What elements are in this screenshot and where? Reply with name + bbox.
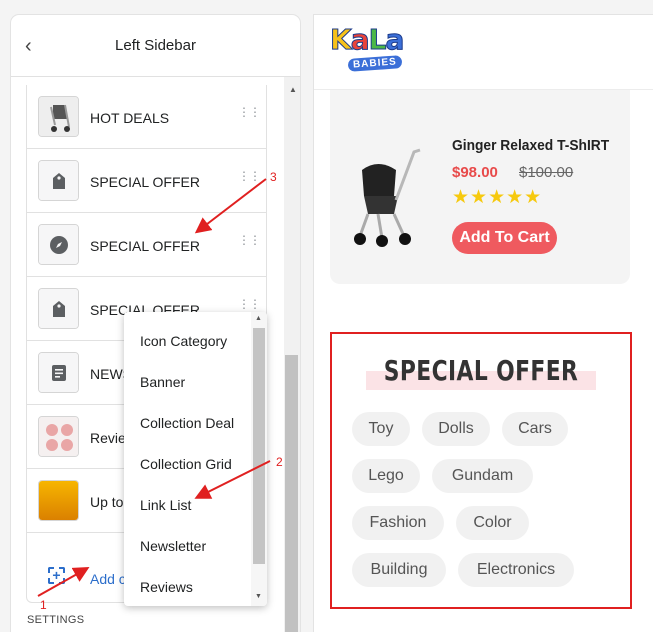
drag-handle-icon[interactable]: ⋮⋮ [238, 170, 261, 182]
tag-link[interactable]: Color [456, 506, 529, 540]
product-old-price: $100.00 [519, 164, 574, 181]
list-item-label: Revie [90, 430, 126, 446]
tag-link[interactable]: Electronics [458, 553, 574, 587]
add-section-dropdown: Icon Category Banner Collection Deal Col… [124, 312, 267, 606]
compass-icon [38, 224, 79, 265]
annotation-label-2: 2 [276, 455, 283, 469]
promo-image [38, 480, 79, 521]
product-price: $98.00 [452, 164, 498, 181]
drag-handle-icon[interactable]: ⋮⋮ [238, 106, 261, 118]
list-item[interactable]: SPECIAL OFFER ⋮⋮ [26, 149, 267, 213]
scroll-up-arrow-icon[interactable]: ▲ [289, 85, 297, 94]
product-image[interactable] [348, 140, 436, 250]
scroll-down-arrow-icon[interactable]: ▼ [255, 593, 262, 600]
tag-icon [38, 288, 79, 329]
tag-link[interactable]: Lego [352, 459, 420, 493]
logo-subtext: BABIES [347, 55, 403, 72]
list-item[interactable]: HOT DEALS ⋮⋮ [26, 85, 267, 149]
store-logo[interactable]: KaLa BABIES [330, 23, 420, 83]
tag-link[interactable]: Cars [502, 412, 568, 446]
dropdown-option[interactable]: Icon Category [140, 333, 227, 349]
dropdown-option[interactable]: Link List [140, 497, 191, 513]
list-item-label: SPECIAL OFFER [90, 238, 200, 254]
dropdown-option[interactable]: Collection Grid [140, 456, 232, 472]
rating-stars: ★★★★★ [452, 187, 543, 208]
store-header: KaLa BABIES [314, 15, 653, 90]
tag-link[interactable]: Toy [352, 412, 410, 446]
reviews-image [38, 416, 79, 457]
panel-title: Left Sidebar [115, 37, 196, 54]
tag-link[interactable]: Building [352, 553, 446, 587]
settings-heading: SETTINGS [27, 614, 85, 626]
add-to-cart-button[interactable]: Add To Cart [452, 222, 557, 254]
dropdown-option[interactable]: Collection Deal [140, 415, 234, 431]
dropdown-scrollbar-thumb[interactable] [253, 328, 265, 564]
add-section-icon: + [48, 567, 65, 584]
product-name[interactable]: Ginger Relaxed T-ShIRT [452, 137, 609, 154]
list-item-label: SPECIAL OFFER [90, 174, 200, 190]
list-item-label: HOT DEALS [90, 110, 170, 126]
dropdown-option[interactable]: Reviews [140, 579, 193, 595]
list-item-label: Up to [90, 494, 124, 510]
dropdown-option[interactable]: Banner [140, 374, 185, 390]
logo-text: KaLa [330, 23, 405, 56]
annotation-label-3: 3 [270, 170, 277, 184]
list-item[interactable]: SPECIAL OFFER ⋮⋮ [26, 213, 267, 277]
store-preview: KaLa BABIES Ginger Relaxed T-ShIRT $98.0… [314, 15, 653, 632]
panel-header: ‹ Left Sidebar [11, 15, 300, 77]
add-section-label: Add c [90, 571, 126, 587]
section-title: SPECIAL OFFER [383, 354, 579, 387]
special-offer-section: SPECIAL OFFER Toy Dolls Cars Lego Gundam… [330, 332, 632, 609]
document-icon [38, 352, 79, 393]
dropdown-option[interactable]: Newsletter [140, 538, 206, 554]
scroll-up-arrow-icon[interactable]: ▲ [255, 315, 262, 322]
tag-link[interactable]: Fashion [352, 506, 444, 540]
drag-handle-icon[interactable]: ⋮⋮ [238, 234, 261, 246]
tag-icon [38, 160, 79, 201]
stroller-image [38, 96, 79, 137]
drag-handle-icon[interactable]: ⋮⋮ [238, 298, 261, 310]
tag-link[interactable]: Gundam [432, 459, 533, 493]
annotation-label-1: 1 [40, 598, 47, 612]
product-card: Ginger Relaxed T-ShIRT $98.00 $100.00 ★★… [330, 90, 630, 284]
tag-link[interactable]: Dolls [422, 412, 490, 446]
panel-scrollbar-thumb[interactable] [285, 355, 298, 632]
